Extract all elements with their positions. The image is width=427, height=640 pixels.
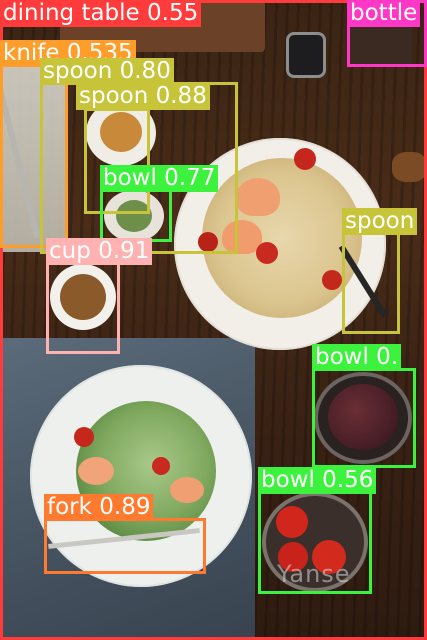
detection-label-spoon-2: spoon 0.88 [76,83,210,110]
photo-scene: Yanse dining table 0.55 bottle knife 0.5… [0,0,427,640]
detection-label-bowl-3: bowl 0.56 [258,467,377,494]
detection-label-bowl-1: bowl 0.77 [100,165,219,192]
detection-box-bowl-1 [100,186,172,242]
detection-label-bottle: bottle [347,0,421,27]
detection-box-cup [46,262,120,354]
detection-label-spoon-1: spoon 0.80 [40,58,174,85]
detection-box-fork [44,518,206,574]
detection-label-cup: cup 0.91 [46,238,153,265]
detection-label-bowl-2: bowl 0. [312,344,402,371]
detection-box-bowl-3 [258,490,372,594]
detection-label-dining-table: dining table 0.55 [0,0,202,27]
detection-box-bowl-2 [312,368,416,468]
detection-label-fork: fork 0.89 [44,494,154,521]
detection-label-spoon-3: spoon [342,208,418,235]
detection-box-spoon-3 [342,230,400,334]
